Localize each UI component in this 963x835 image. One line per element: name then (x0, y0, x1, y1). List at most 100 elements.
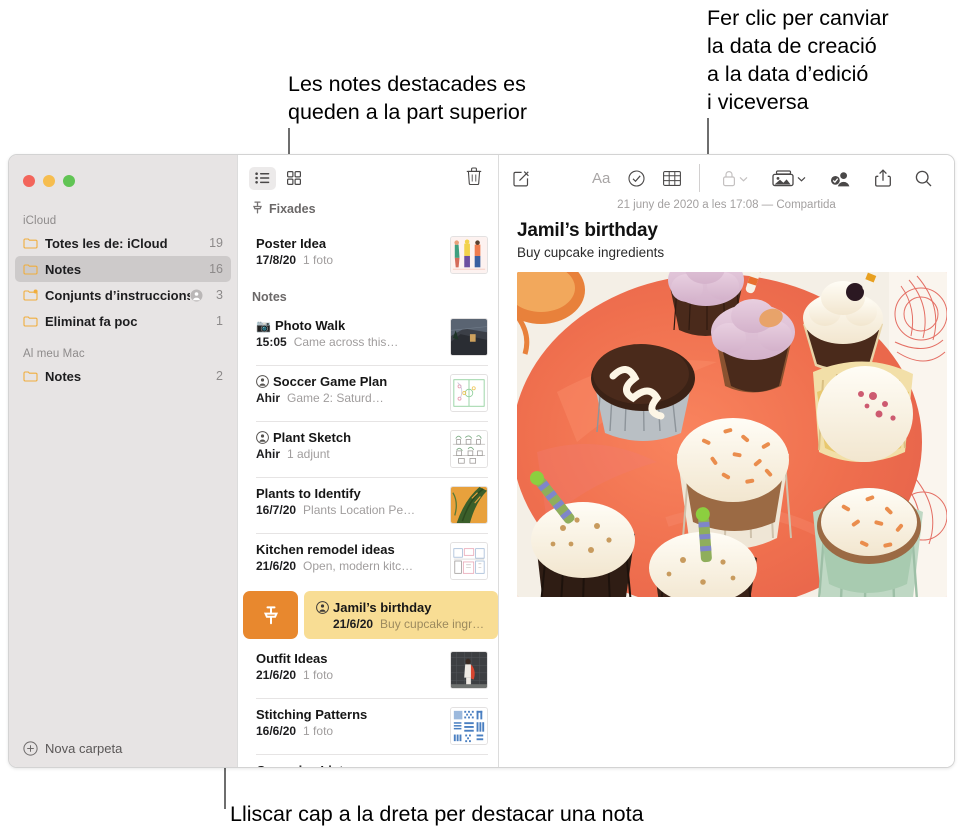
delete-note-button[interactable] (466, 166, 482, 190)
list-item[interactable]: Stitching Patterns 16/6/20 1 foto (238, 698, 498, 754)
toolbar-divider (699, 164, 701, 192)
sidebar-item-count: 19 (209, 236, 223, 250)
note-heading: Jamil’s birthday (517, 220, 658, 241)
checklist-button[interactable] (628, 165, 645, 191)
note-detail-pane: Aa 21 juny de 2020 a les 17:08 — Compart… (499, 155, 954, 767)
sidebar: iCloud Totes les de: iCloud 19 Notes 16 (9, 155, 237, 767)
sidebar-folder-list: iCloud Totes les de: iCloud 19 Notes 16 (9, 211, 237, 389)
minimize-button[interactable] (43, 175, 55, 187)
note-snippet: 1 foto (303, 253, 334, 267)
table-icon (663, 170, 682, 186)
note-title: Kitchen remodel ideas (256, 542, 395, 557)
note-emoji: 📷 (256, 318, 271, 333)
media-photos-icon (772, 169, 795, 186)
shared-person-icon (190, 289, 203, 302)
search-button[interactable] (915, 165, 932, 191)
sidebar-section-header-al-meu-mac: Al meu Mac (23, 348, 85, 360)
trash-icon (466, 166, 482, 185)
note-date: 16/6/20 (256, 724, 297, 738)
notes-list-column: Fixades Poster Idea 17/8/20 1 foto Notes… (237, 155, 499, 767)
notes-scroll-area[interactable]: Poster Idea 17/8/20 1 foto Notes 📷 Photo… (238, 227, 498, 767)
new-folder-button[interactable]: Nova carpeta (9, 729, 237, 767)
folder-icon (23, 370, 38, 382)
list-item[interactable]: Plants to Identify 16/7/20 Plants Locati… (238, 477, 498, 533)
list-item[interactable]: Plant Sketch Ahir 1 adjunt (238, 421, 498, 477)
pin-icon (263, 605, 278, 624)
insert-table-button[interactable] (663, 165, 682, 191)
share-icon (875, 169, 892, 187)
shared-note-icon (316, 600, 329, 614)
notes-list-toolbar (238, 155, 498, 201)
list-view-button[interactable] (249, 166, 276, 190)
chevron-down-icon[interactable] (739, 169, 748, 187)
note-snippet: 1 adjunt (287, 447, 330, 461)
lock-icon (723, 170, 736, 186)
list-item-selected[interactable]: Jamil’s birthday 21/6/20 Buy cupcake ing… (304, 591, 498, 639)
cupcakes-photo (517, 272, 947, 597)
folder-icon (23, 237, 38, 249)
note-body[interactable]: Jamil’s birthday Buy cupcake ingredients (499, 211, 954, 597)
sidebar-item-notes-mac[interactable]: Notes 2 (15, 363, 231, 389)
note-attachment-photo[interactable] (517, 272, 947, 597)
shared-note-icon (256, 431, 269, 444)
format-aa-icon: Aa (592, 169, 611, 187)
collaborate-button[interactable] (830, 165, 851, 191)
pin-icon (252, 201, 263, 217)
sidebar-item-eliminat-fa-poc[interactable]: Eliminat fa poc 1 (15, 308, 231, 334)
note-date: 16/7/20 (256, 503, 297, 517)
sidebar-section-header-icloud: iCloud (23, 215, 57, 227)
callout-swipe-to-pin: Lliscar cap a la dreta per destacar una … (230, 802, 644, 826)
shared-folder-icon (23, 289, 38, 301)
note-title: Photo Walk (274, 318, 346, 333)
chevron-down-icon[interactable] (797, 169, 806, 187)
sidebar-item-totes-les-de-icloud[interactable]: Totes les de: iCloud 19 (15, 230, 231, 256)
pinned-section-header: Fixades (238, 201, 498, 223)
note-thumbnail (450, 651, 488, 689)
shared-note-icon (256, 375, 269, 388)
new-folder-label: Nova carpeta (45, 740, 123, 756)
note-thumbnail (450, 542, 488, 580)
notes-section-header: Notes (252, 290, 287, 304)
sidebar-item-label: Eliminat fa poc (45, 313, 138, 329)
list-item[interactable]: 📷 Photo Walk 15:05 Came across this… (238, 309, 498, 365)
note-date-line[interactable]: 21 juny de 2020 a les 17:08 — Compartida (499, 199, 954, 211)
sidebar-item-count: 1 (216, 314, 223, 328)
compose-note-button[interactable] (513, 165, 530, 191)
list-item[interactable]: Kitchen remodel ideas 21/6/20 Open, mode… (238, 533, 498, 589)
note-date: Ahir (256, 391, 280, 405)
note-date: 21/6/20 (256, 668, 297, 682)
note-title: Jamil’s birthday (333, 599, 432, 615)
note-date: 15:05 (256, 335, 287, 349)
note-subtitle: Buy cupcake ingredients (517, 245, 665, 260)
checklist-icon (628, 169, 645, 187)
close-button[interactable] (23, 175, 35, 187)
pinned-section-label: Fixades (269, 202, 316, 216)
note-title: Plants to Identify (256, 486, 361, 501)
share-button[interactable] (875, 165, 892, 191)
pin-note-action-button[interactable] (243, 591, 298, 639)
note-date: Ahir (256, 447, 280, 461)
note-thumbnail (450, 430, 488, 468)
sidebar-item-count: 3 (216, 288, 223, 302)
insert-media-button[interactable] (772, 165, 806, 191)
note-snippet: 1 foto (303, 724, 334, 738)
sidebar-item-label: Notes (45, 261, 82, 277)
note-date: 21/6/20 (256, 559, 297, 573)
zoom-button[interactable] (63, 175, 75, 187)
list-item[interactable]: Poster Idea 17/8/20 1 foto (238, 227, 498, 283)
format-text-button[interactable]: Aa (592, 165, 610, 191)
lock-note-button[interactable] (722, 165, 748, 191)
note-title: Stitching Patterns (256, 707, 368, 722)
grid-view-button[interactable] (280, 167, 307, 190)
sidebar-item-label: Notes (45, 368, 82, 384)
list-item[interactable]: Groceries List 16/6/20 🍌 Bananas (238, 754, 498, 767)
note-snippet: Plants Location Pe… (303, 503, 416, 517)
swipe-to-pin-row[interactable]: Jamil’s birthday 21/6/20 Buy cupcake ing… (238, 589, 498, 641)
note-title: Outfit Ideas (256, 651, 328, 666)
list-item[interactable]: Outfit Ideas 21/6/20 1 foto (238, 642, 498, 698)
sidebar-item-notes-icloud[interactable]: Notes 16 (15, 256, 231, 282)
sidebar-item-count: 2 (216, 369, 223, 383)
sidebar-item-conjunts-dinstruccions[interactable]: Conjunts d’instruccions 3 (15, 282, 231, 308)
list-item[interactable]: Soccer Game Plan Ahir Game 2: Saturd… (238, 365, 498, 421)
note-date: 17/8/20 (256, 253, 297, 267)
